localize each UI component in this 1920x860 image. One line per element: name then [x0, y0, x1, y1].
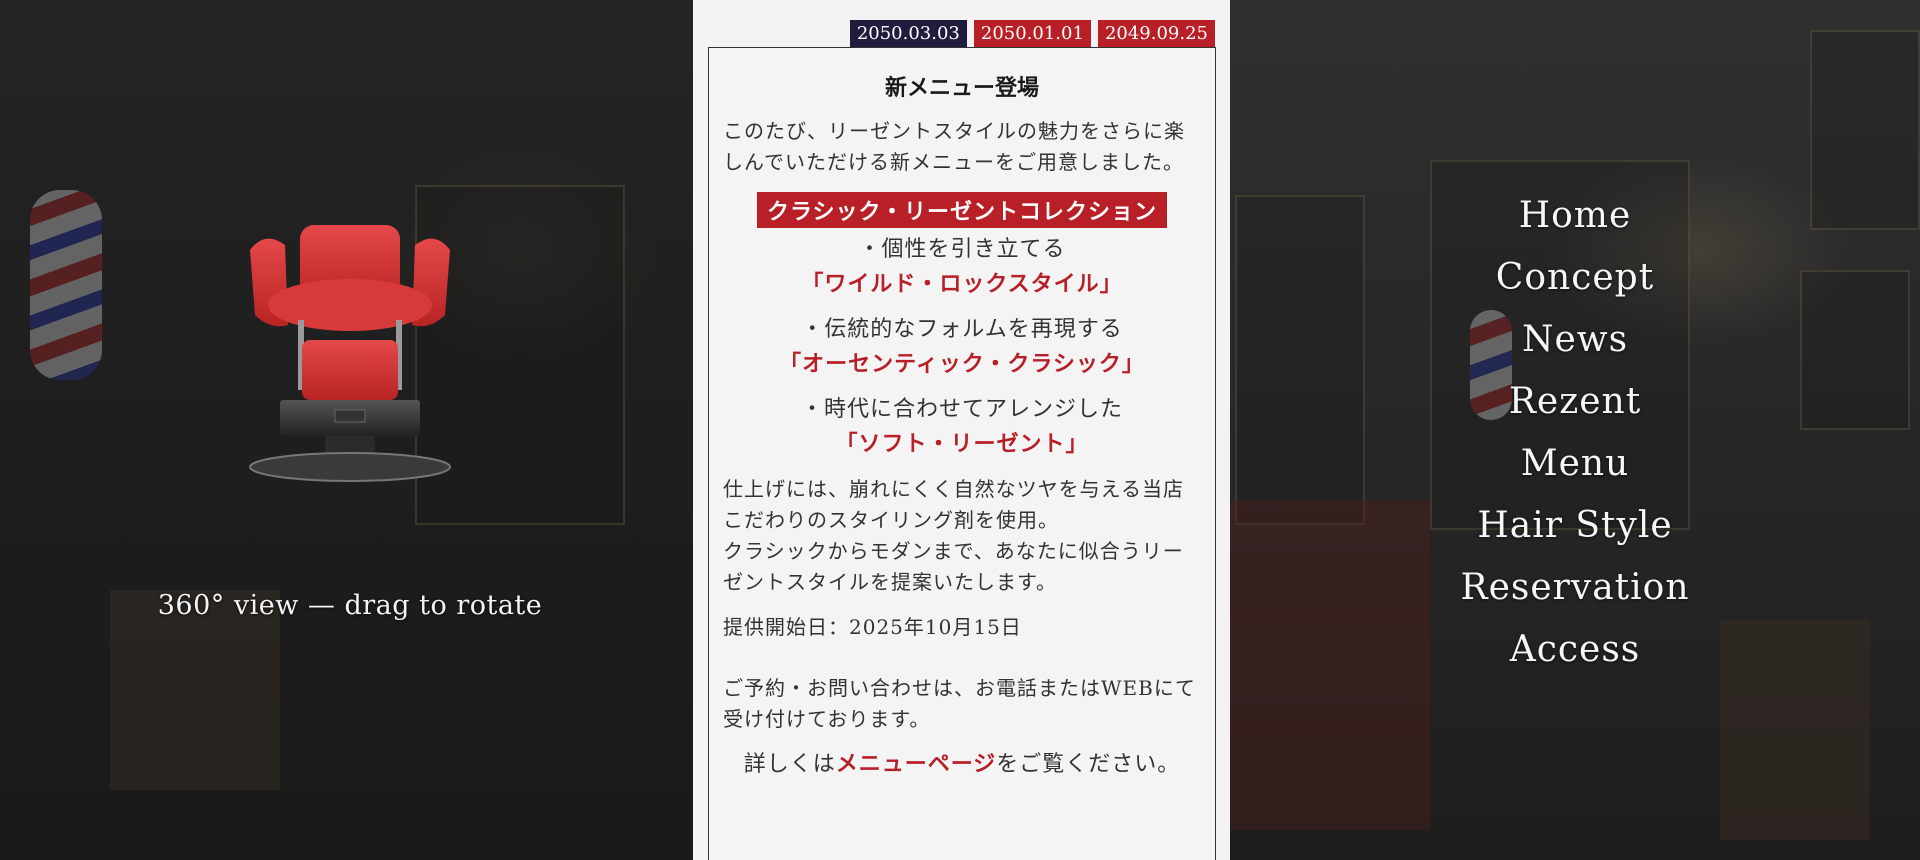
nav-item-home[interactable]: Home: [1420, 185, 1730, 247]
style-desc: ・個性を引き立てる: [858, 237, 1066, 262]
article-intro: このたび、リーゼントスタイルの魅力をさらに楽しんでいただける新メニューをご用意し…: [723, 119, 1185, 174]
style-name: 「ソフト・リーゼント」: [835, 431, 1089, 457]
nav-item-menu[interactable]: Menu: [1420, 433, 1730, 495]
news-panel: 2050.03.03 2050.01.01 2049.09.25 新メニュー登場…: [693, 0, 1230, 860]
barber-chair-image[interactable]: [230, 205, 470, 495]
viewer-hint-label: 360° view — drag to rotate: [157, 590, 543, 621]
style-name: 「ワイルド・ロックスタイル」: [801, 271, 1123, 297]
nav-item-reservation[interactable]: Reservation: [1420, 557, 1730, 619]
collection-badge: クラシック・リーゼントコレクション: [756, 192, 1168, 228]
menu-page-link[interactable]: メニューページ: [836, 751, 997, 777]
nav-item-concept[interactable]: Concept: [1420, 247, 1730, 309]
detail-prefix: 詳しくは: [743, 752, 836, 777]
nav-item-rezent[interactable]: Rezent: [1420, 371, 1730, 433]
detail-suffix: をご覧ください。: [996, 752, 1181, 777]
date-tab-3[interactable]: 2049.09.25: [1097, 20, 1215, 47]
article-title: 新メニュー登場: [884, 75, 1039, 101]
news-date-tabs: 2050.03.03 2050.01.01 2049.09.25: [849, 20, 1215, 47]
nav-item-access[interactable]: Access: [1420, 619, 1730, 681]
style-desc: ・時代に合わせてアレンジした: [800, 397, 1123, 422]
news-article: 新メニュー登場 このたび、リーゼントスタイルの魅力をさらに楽しんでいただける新メ…: [708, 47, 1216, 860]
style-item: ・伝統的なフォルムを再現する 「オーセンティック・クラシック」: [723, 312, 1201, 382]
main-nav: Home Concept News Rezent Menu Hair Style…: [1420, 185, 1730, 681]
date-tab-1[interactable]: 2050.03.03: [849, 20, 967, 47]
nav-item-news[interactable]: News: [1420, 309, 1730, 371]
style-item: ・個性を引き立てる 「ワイルド・ロックスタイル」: [723, 232, 1201, 302]
article-body-2: クラシックからモダンまで、あなたに似合うリーゼントスタイルを提案いたします。: [723, 539, 1184, 594]
date-tab-2[interactable]: 2050.01.01: [973, 20, 1091, 47]
style-desc: ・伝統的なフォルムを再現する: [801, 317, 1123, 342]
contact-info: ご予約・お問い合わせは、お電話またはWEBにて受け付けております。: [723, 676, 1196, 731]
nav-item-hair-style[interactable]: Hair Style: [1420, 495, 1730, 557]
article-body-1: 仕上げには、崩れにくく自然なツヤを与える当店こだわりのスタイリング剤を使用。: [723, 477, 1184, 532]
chair-360-viewer[interactable]: 360° view — drag to rotate: [150, 190, 550, 650]
detail-line: 詳しくはメニューページをご覧ください。: [723, 747, 1201, 782]
start-date: 提供開始日：2025年10月15日: [723, 615, 1022, 639]
style-name: 「オーセンティック・クラシック」: [779, 351, 1145, 377]
style-item: ・時代に合わせてアレンジした 「ソフト・リーゼント」: [723, 392, 1201, 462]
